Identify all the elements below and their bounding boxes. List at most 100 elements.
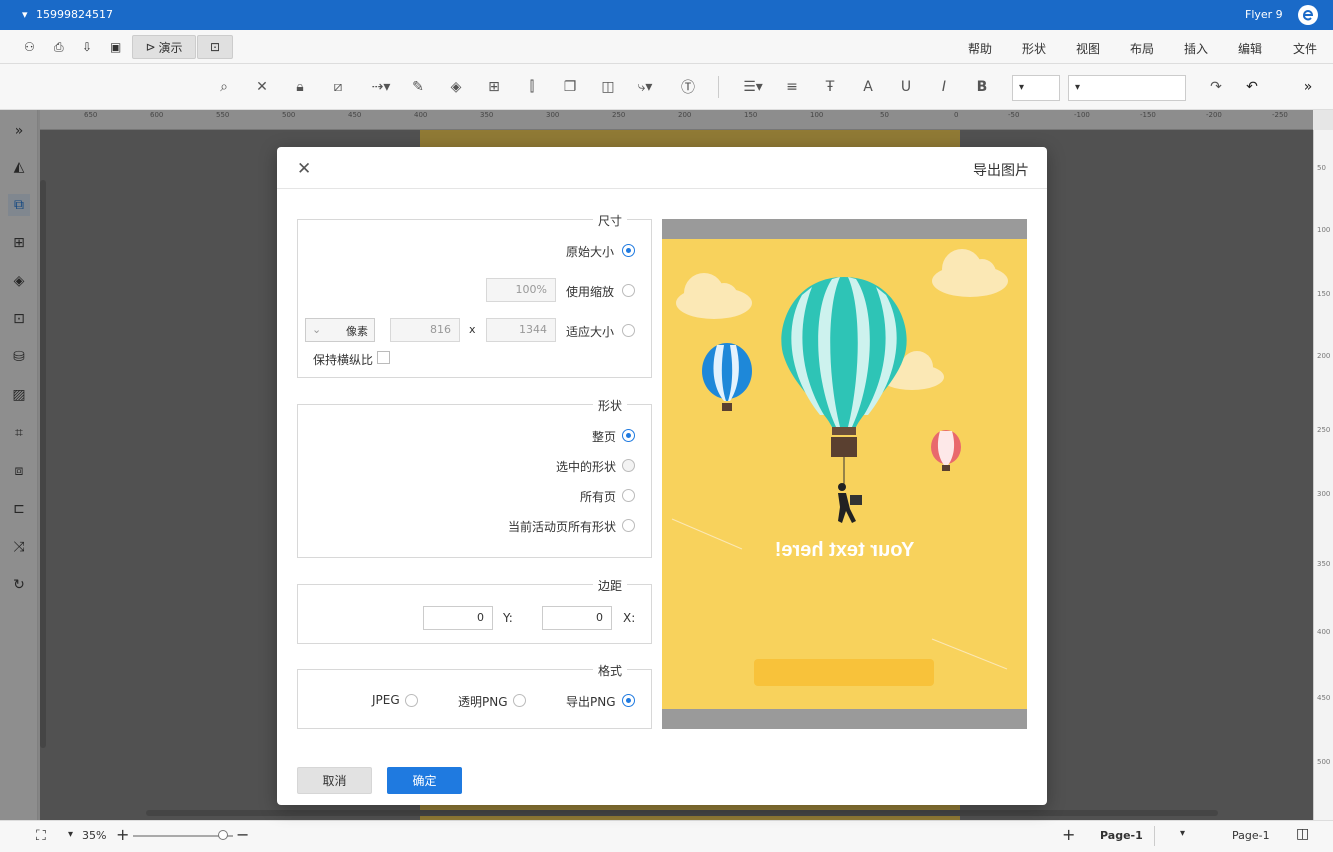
app-title: Flyer 9 bbox=[1245, 8, 1283, 21]
lock-icon[interactable]: 🔒︎ bbox=[290, 77, 310, 97]
transparent-png-radio[interactable] bbox=[513, 694, 526, 707]
chevron-down-icon: ⌄ bbox=[312, 323, 322, 336]
jpeg-radio[interactable] bbox=[405, 694, 418, 707]
line-style-icon[interactable]: ⇢▾ bbox=[368, 77, 394, 97]
italic-icon[interactable]: I bbox=[934, 77, 954, 97]
underline-icon[interactable]: U bbox=[896, 77, 916, 97]
tools-icon[interactable]: ✕ bbox=[252, 77, 272, 97]
present-mode-button[interactable]: ⊡ bbox=[197, 35, 233, 59]
bold-icon[interactable]: B bbox=[972, 77, 992, 97]
pen-icon[interactable]: ✎ bbox=[408, 77, 428, 97]
page-panel-icon[interactable]: ◫ bbox=[1296, 826, 1309, 842]
menu-layout[interactable]: 布局 bbox=[1130, 40, 1154, 57]
caret-icon[interactable]: ▾ bbox=[22, 8, 28, 21]
poster-image: Your text here! bbox=[662, 239, 1027, 709]
close-icon[interactable]: ✕ bbox=[297, 159, 311, 179]
zoom-level[interactable]: 35% bbox=[82, 829, 106, 842]
status-bar: ⛶ ▾ 35% + − + Page-1 ▾ Page-1 ◫ bbox=[0, 820, 1333, 852]
arrange-icon[interactable]: ❐ bbox=[560, 77, 580, 97]
selected-shapes-radio[interactable] bbox=[622, 459, 635, 472]
download-icon[interactable]: ⇩ bbox=[82, 40, 92, 54]
toolbar: ⌕ ✕ 🔒︎ ⧄ ⇢▾ ✎ ◈ ⊞ ⫿ ❐ ◫ ⤷▾ Ⓣ ☰▾ ≡ Ŧ A U … bbox=[0, 64, 1333, 110]
share-icon[interactable]: ⚇ bbox=[24, 40, 35, 54]
textbox-icon[interactable]: Ⓣ bbox=[678, 77, 698, 97]
distribute-icon[interactable]: ◫ bbox=[598, 77, 618, 97]
page-dropdown-icon[interactable]: ▾ bbox=[1180, 828, 1185, 839]
height-input[interactable]: 816 bbox=[390, 318, 460, 342]
margin-x-input[interactable]: 0 bbox=[542, 606, 612, 630]
png-radio[interactable] bbox=[622, 694, 635, 707]
margin-y-input[interactable]: 0 bbox=[423, 606, 493, 630]
ruler-tick: 200 bbox=[1317, 352, 1331, 360]
print-icon[interactable]: ⎙ bbox=[54, 40, 64, 55]
expand-icon[interactable]: » bbox=[1298, 77, 1318, 97]
menu-file[interactable]: 文件 bbox=[1293, 40, 1317, 57]
fit-size-radio[interactable] bbox=[622, 324, 635, 337]
use-scale-radio[interactable] bbox=[622, 284, 635, 297]
align-text-icon[interactable]: ≡ bbox=[782, 77, 802, 97]
vertical-ruler: 50 100 150 200 250 300 350 400 450 500 bbox=[1313, 130, 1333, 820]
cloud-left-icon bbox=[676, 273, 752, 319]
menu-help[interactable]: 帮助 bbox=[968, 40, 992, 57]
dialog-title: 导出图片 bbox=[973, 163, 1029, 179]
menu-edit[interactable]: 编辑 bbox=[1238, 40, 1262, 57]
user-account[interactable]: 15999824517 bbox=[36, 8, 113, 21]
save-icon[interactable]: ▣ bbox=[110, 40, 121, 54]
scale-input[interactable]: 100% bbox=[486, 278, 556, 302]
connector-icon[interactable]: ⤷▾ bbox=[632, 77, 658, 97]
menu-shape[interactable]: 形状 bbox=[1022, 40, 1046, 57]
original-size-radio[interactable] bbox=[622, 244, 635, 257]
zoom-out-icon[interactable]: − bbox=[236, 825, 249, 844]
keep-ratio-label: 保持横纵比 bbox=[313, 353, 374, 367]
search-icon[interactable]: ⌕ bbox=[214, 77, 234, 97]
align-icon[interactable]: ⫿ bbox=[522, 77, 542, 97]
unit-select[interactable]: ⌄ 像素 bbox=[305, 318, 375, 342]
menu-view[interactable]: 视图 bbox=[1076, 40, 1100, 57]
menu-bar: ⚇ ⎙ ⇩ ▣ ⊳ 演示 ⊡ 帮助 形状 视图 布局 插入 编辑 文件 bbox=[0, 30, 1333, 64]
ruler-tick: 450 bbox=[1317, 694, 1331, 702]
redo-icon[interactable]: ↷ bbox=[1206, 77, 1226, 97]
big-balloon-icon bbox=[781, 277, 907, 485]
dialog-divider bbox=[277, 188, 1047, 189]
fill-icon[interactable]: ◈ bbox=[446, 77, 466, 97]
crop-icon[interactable]: ⧄ bbox=[328, 77, 348, 97]
fullscreen-icon[interactable]: ⛶ bbox=[36, 828, 46, 844]
whole-page-radio[interactable] bbox=[622, 429, 635, 442]
font-family-select[interactable]: ▾ bbox=[1068, 75, 1186, 101]
keep-ratio-checkbox[interactable] bbox=[377, 351, 390, 364]
export-preview: Your text here! bbox=[662, 219, 1027, 729]
page-tab[interactable]: Page-1 bbox=[1100, 829, 1143, 842]
title-bar: ▾ 15999824517 Flyer 9 bbox=[0, 0, 1333, 30]
cancel-button[interactable]: 取消 bbox=[297, 767, 372, 794]
selected-shapes-label: 选中的形状 bbox=[556, 460, 617, 474]
ok-button[interactable]: 确定 bbox=[387, 767, 462, 794]
ruler-tick: 150 bbox=[1317, 290, 1331, 298]
size-legend: 尺寸 bbox=[593, 212, 628, 229]
blue-balloon-icon bbox=[702, 343, 752, 411]
all-pages-label: 所有页 bbox=[580, 490, 617, 504]
menu-insert[interactable]: 插入 bbox=[1184, 40, 1208, 57]
poster-illustration bbox=[671, 249, 1008, 686]
export-image-dialog: ✕ 导出图片 尺寸 原始大小 使用缩放 100% 适应大小 1344 x 816… bbox=[277, 147, 1047, 805]
font-size-select[interactable]: ▾ bbox=[1012, 75, 1060, 101]
text-height-icon[interactable]: Ŧ bbox=[820, 77, 840, 97]
undo-icon[interactable]: ↶ bbox=[1242, 77, 1262, 97]
width-input[interactable]: 1344 bbox=[486, 318, 556, 342]
png-label: 导出PNG bbox=[566, 695, 616, 709]
font-color-icon[interactable]: A bbox=[858, 77, 878, 97]
ruler-tick: 100 bbox=[1317, 226, 1331, 234]
zoom-dropdown-icon[interactable]: ▾ bbox=[68, 829, 73, 840]
ruler-tick: 50 bbox=[1317, 164, 1326, 172]
group-icon[interactable]: ⊞ bbox=[484, 77, 504, 97]
add-page-icon[interactable]: + bbox=[1062, 825, 1075, 844]
present-button[interactable]: ⊳ 演示 bbox=[132, 35, 196, 59]
use-scale-label: 使用缩放 bbox=[566, 285, 615, 299]
shape-legend: 形状 bbox=[593, 397, 628, 414]
zoom-in-icon[interactable]: + bbox=[116, 825, 129, 844]
zoom-slider-thumb[interactable] bbox=[218, 830, 228, 840]
all-pages-radio[interactable] bbox=[622, 489, 635, 502]
line-spacing-icon[interactable]: ☰▾ bbox=[740, 77, 766, 97]
screen-icon: ⊡ bbox=[209, 40, 221, 54]
page-select[interactable]: Page-1 bbox=[1232, 829, 1270, 842]
active-page-shapes-radio[interactable] bbox=[622, 519, 635, 532]
